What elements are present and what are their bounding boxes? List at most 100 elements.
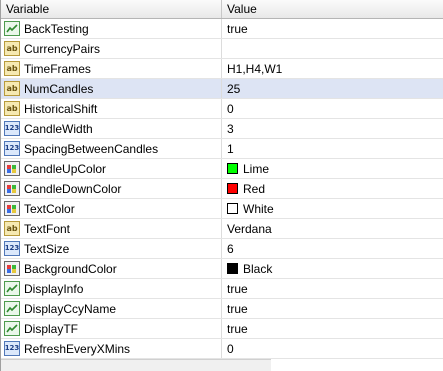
table-row[interactable]: ab NumCandles 25 (1, 79, 443, 99)
table-row[interactable]: DisplayInfo true (1, 279, 443, 299)
variable-name: CandleDownColor (24, 181, 122, 196)
value-text: White (243, 201, 274, 216)
variable-name: CandleUpColor (24, 161, 107, 176)
value-text: 0 (227, 341, 234, 356)
variable-cell: CandleUpColor (1, 159, 222, 178)
variable-cell: BackTesting (1, 19, 222, 38)
variable-name: RefreshEveryXMins (24, 341, 131, 356)
value-text: true (227, 21, 248, 36)
variable-name: CandleWidth (24, 121, 93, 136)
grid-header: Variable Value (1, 0, 443, 19)
table-row[interactable]: BackTesting true (1, 19, 443, 39)
horizontal-scrollbar[interactable] (1, 359, 271, 371)
variable-name: BackTesting (24, 21, 89, 36)
value-text: H1,H4,W1 (227, 61, 283, 76)
value-text: 0 (227, 101, 234, 116)
boolean-icon (4, 301, 20, 316)
boolean-icon (4, 281, 20, 296)
table-row[interactable]: BackgroundColor Black (1, 259, 443, 279)
variable-name: TextFont (24, 221, 71, 236)
value-cell[interactable]: 25 (222, 79, 443, 98)
variable-cell: TextColor (1, 199, 222, 218)
value-cell[interactable] (222, 39, 443, 58)
variable-cell: 123 RefreshEveryXMins (1, 339, 222, 358)
variable-cell: DisplayInfo (1, 279, 222, 298)
variable-name: TimeFrames (24, 61, 91, 76)
boolean-icon (4, 321, 20, 336)
variable-cell: DisplayCcyName (1, 299, 222, 318)
value-cell[interactable]: 6 (222, 239, 443, 258)
value-cell[interactable]: Lime (222, 159, 443, 178)
value-cell[interactable]: true (222, 319, 443, 338)
value-cell[interactable]: true (222, 19, 443, 38)
value-text: Red (243, 181, 266, 196)
variable-cell: ab TimeFrames (1, 59, 222, 78)
table-row[interactable]: CandleUpColor Lime (1, 159, 443, 179)
string-icon: ab (4, 101, 20, 116)
color-icon (4, 181, 20, 196)
color-swatch (227, 163, 238, 174)
value-cell[interactable]: 0 (222, 339, 443, 358)
value-text: Black (243, 261, 273, 276)
table-row[interactable]: ab TextFont Verdana (1, 219, 443, 239)
value-cell[interactable]: Verdana (222, 219, 443, 238)
value-cell[interactable]: 3 (222, 119, 443, 138)
color-icon (4, 261, 20, 276)
variable-cell: ab CurrencyPairs (1, 39, 222, 58)
table-row[interactable]: TextColor White (1, 199, 443, 219)
table-row[interactable]: CandleDownColor Red (1, 179, 443, 199)
table-row[interactable]: 123 RefreshEveryXMins 0 (1, 339, 443, 359)
color-icon (4, 201, 20, 216)
value-cell[interactable]: Black (222, 259, 443, 278)
value-text: 25 (227, 81, 241, 96)
variable-cell: 123 SpacingBetweenCandles (1, 139, 222, 158)
color-swatch (227, 203, 238, 214)
variable-cell: DisplayTF (1, 319, 222, 338)
integer-icon: 123 (4, 121, 20, 136)
string-icon: ab (4, 221, 20, 236)
value-text: Lime (243, 161, 270, 176)
variable-name: HistoricalShift (24, 101, 98, 116)
color-swatch (227, 263, 238, 274)
value-text: 1 (227, 141, 234, 156)
table-row[interactable]: 123 CandleWidth 3 (1, 119, 443, 139)
variable-cell: ab NumCandles (1, 79, 222, 98)
variable-name: TextSize (24, 241, 70, 256)
value-cell[interactable]: H1,H4,W1 (222, 59, 443, 78)
value-text: true (227, 281, 248, 296)
variable-cell: ab TextFont (1, 219, 222, 238)
string-icon: ab (4, 61, 20, 76)
column-header-variable[interactable]: Variable (1, 0, 222, 18)
variable-name: BackgroundColor (24, 261, 117, 276)
table-row[interactable]: 123 SpacingBetweenCandles 1 (1, 139, 443, 159)
value-cell[interactable]: 1 (222, 139, 443, 158)
table-row[interactable]: DisplayTF true (1, 319, 443, 339)
value-text: true (227, 301, 248, 316)
variable-name: TextColor (24, 201, 75, 216)
value-cell[interactable]: true (222, 279, 443, 298)
variable-name: NumCandles (24, 81, 94, 96)
table-row[interactable]: DisplayCcyName true (1, 299, 443, 319)
color-swatch (227, 183, 238, 194)
column-header-value[interactable]: Value (222, 0, 443, 18)
value-cell[interactable]: true (222, 299, 443, 318)
value-cell[interactable]: 0 (222, 99, 443, 118)
variable-cell: BackgroundColor (1, 259, 222, 278)
variable-name: DisplayCcyName (24, 301, 117, 316)
table-row[interactable]: 123 TextSize 6 (1, 239, 443, 259)
variable-cell: CandleDownColor (1, 179, 222, 198)
string-icon: ab (4, 41, 20, 56)
integer-icon: 123 (4, 341, 20, 356)
color-icon (4, 161, 20, 176)
variable-name: CurrencyPairs (24, 41, 101, 56)
inputs-grid: Variable Value BackTesting true ab Currency… (0, 0, 443, 371)
table-row[interactable]: ab HistoricalShift 0 (1, 99, 443, 119)
value-cell[interactable]: Red (222, 179, 443, 198)
table-row[interactable]: ab TimeFrames H1,H4,W1 (1, 59, 443, 79)
boolean-icon (4, 21, 20, 36)
grid-rows: BackTesting true ab CurrencyPairs ab TimeFram… (1, 19, 443, 359)
integer-icon: 123 (4, 241, 20, 256)
value-cell[interactable]: White (222, 199, 443, 218)
table-row[interactable]: ab CurrencyPairs (1, 39, 443, 59)
integer-icon: 123 (4, 141, 20, 156)
